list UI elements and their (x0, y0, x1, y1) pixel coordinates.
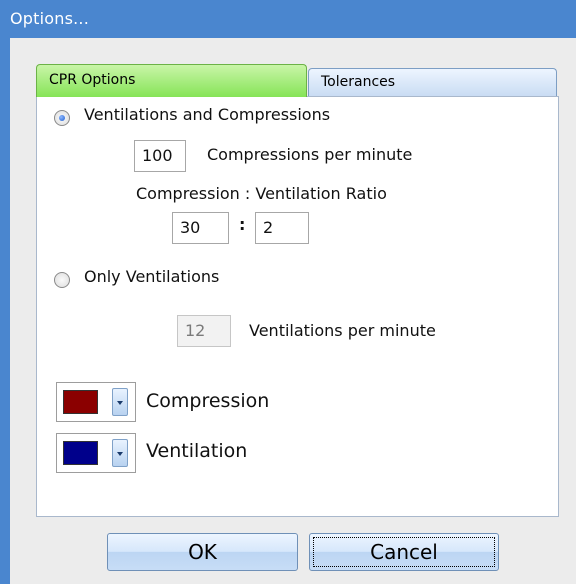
ventilation-color-label: Ventilation (146, 440, 248, 462)
chevron-down-icon[interactable] (112, 439, 128, 467)
options-window: Options... CPR Options Tolerances Ventil… (0, 0, 576, 584)
ventilations-and-compressions-label[interactable]: Ventilations and Compressions (84, 105, 330, 124)
ratio-compression-input[interactable]: 30 (172, 212, 229, 244)
cpr-options-panel: Ventilations and Compressions 100 Compre… (36, 96, 559, 517)
window-title: Options... (10, 9, 89, 28)
chevron-down-icon[interactable] (112, 388, 128, 416)
compression-ventilation-ratio-label: Compression : Ventilation Ratio (136, 184, 387, 203)
tab-cpr-options[interactable]: CPR Options (36, 64, 307, 97)
ventilations-and-compressions-radio[interactable] (54, 110, 70, 126)
compressions-per-minute-input[interactable]: 100 (134, 140, 186, 172)
compressions-per-minute-label: Compressions per minute (207, 145, 413, 164)
ventilation-color-swatch (63, 441, 98, 465)
dialog-client-area: CPR Options Tolerances Ventilations and … (10, 38, 576, 584)
ok-button[interactable]: OK (107, 533, 298, 571)
compression-color-label: Compression (146, 390, 270, 412)
ratio-separator: : (239, 215, 246, 234)
only-ventilations-label[interactable]: Only Ventilations (84, 267, 219, 286)
ventilation-color-picker[interactable] (56, 433, 136, 473)
only-ventilations-radio[interactable] (54, 272, 70, 288)
ventilations-per-minute-label: Ventilations per minute (249, 321, 436, 340)
ventilations-per-minute-input[interactable]: 12 (177, 315, 231, 347)
compression-color-swatch (63, 390, 98, 414)
ratio-ventilation-input[interactable]: 2 (255, 212, 309, 244)
cancel-button[interactable]: Cancel (309, 533, 499, 571)
compression-color-picker[interactable] (56, 382, 136, 422)
tab-tolerances[interactable]: Tolerances (308, 68, 557, 96)
